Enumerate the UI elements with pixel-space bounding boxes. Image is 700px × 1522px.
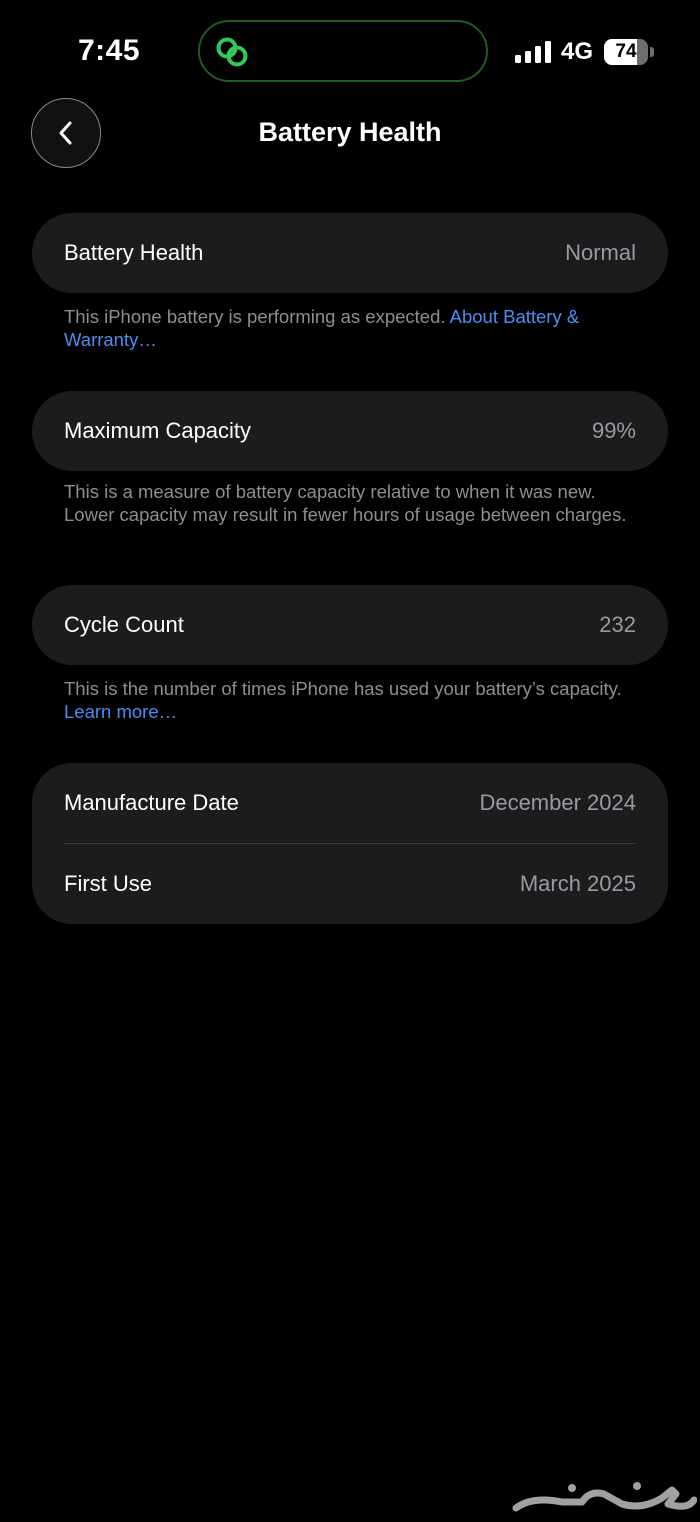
- maximum-capacity-label: Maximum Capacity: [64, 418, 252, 443]
- battery-percent: 74: [615, 41, 637, 62]
- haraj-logo-watermark: [512, 1482, 697, 1512]
- status-time: 7:45: [78, 34, 141, 67]
- battery-health-card: Battery Health Normal: [32, 213, 668, 293]
- learn-more-link[interactable]: Learn more…: [64, 701, 177, 722]
- maximum-capacity-row: Maximum Capacity 99%: [32, 391, 668, 471]
- battery-health-note: This iPhone battery is performing as exp…: [64, 306, 644, 351]
- cycle-count-card: Cycle Count 232: [32, 585, 668, 665]
- cycle-count-row: Cycle Count 232: [32, 585, 668, 665]
- battery-icon: 74: [604, 39, 654, 65]
- manufacture-date-value: December 2024: [479, 790, 636, 815]
- dynamic-island[interactable]: [198, 20, 488, 82]
- first-use-value: March 2025: [519, 871, 636, 896]
- battery-health-value: Normal: [565, 240, 636, 265]
- cellular-signal-icon: [515, 41, 551, 63]
- manufacture-date-row: Manufacture Date December 2024: [32, 763, 668, 843]
- manufacture-date-label: Manufacture Date: [64, 790, 239, 815]
- cycle-count-description: This is the number of times iPhone has u…: [64, 678, 622, 699]
- first-use-label: First Use: [64, 871, 152, 896]
- battery-health-row: Battery Health Normal: [32, 213, 668, 293]
- cycle-count-note: This is the number of times iPhone has u…: [64, 678, 644, 723]
- link-rings-icon: [216, 37, 248, 67]
- network-type: 4G: [561, 38, 594, 65]
- battery-health-label: Battery Health: [64, 240, 204, 265]
- cycle-count-label: Cycle Count: [64, 612, 184, 637]
- dates-card: Manufacture Date December 2024 First Use…: [32, 763, 668, 924]
- cycle-count-value: 232: [599, 612, 636, 637]
- battery-health-description: This iPhone battery is performing as exp…: [64, 306, 446, 327]
- page-title: Battery Health: [258, 117, 442, 147]
- maximum-capacity-note: This is a measure of battery capacity re…: [64, 481, 627, 525]
- maximum-capacity-value: 99%: [591, 418, 636, 443]
- maximum-capacity-card: Maximum Capacity 99%: [32, 391, 668, 471]
- first-use-row: First Use March 2025: [32, 844, 668, 924]
- status-bar: 7:45 4G 74: [0, 0, 700, 100]
